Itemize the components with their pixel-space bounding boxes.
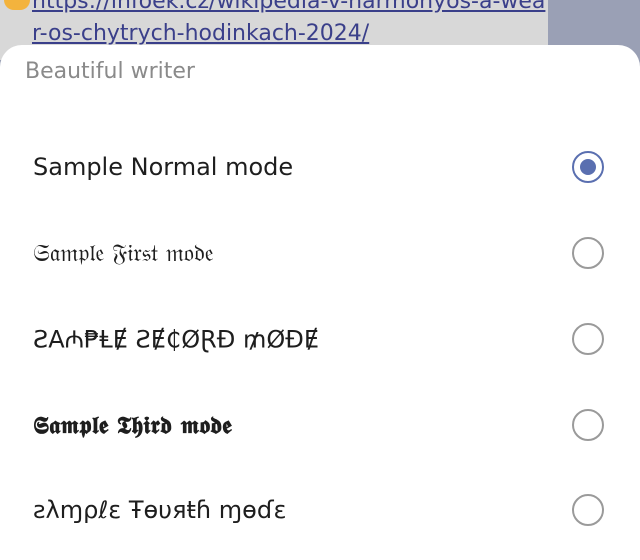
radio-button[interactable] (572, 237, 604, 269)
radio-button[interactable] (572, 323, 604, 355)
option-third-mode[interactable]: 𝕾𝖆𝖒𝖕𝖑𝖊 𝕿𝖍𝖎𝖗𝖉 𝖒𝖔𝖉𝖊 (0, 382, 640, 468)
radio-selected-dot (580, 159, 596, 175)
radio-button-selected[interactable] (572, 151, 604, 183)
option-second-mode[interactable]: ƧA₼₱ⱠɆ ƧɆ₵ØⱤĐ ₥ØĐɆ (0, 296, 640, 382)
option-first-mode[interactable]: 𝔖𝔞𝔪𝔭𝔩𝔢 𝔉𝔦𝔯𝔰𝔱 𝔪𝔬𝔡𝔢 (0, 210, 640, 296)
background-message-link[interactable]: https://infoek.cz/wikipedia-v-harmonyos-… (32, 0, 548, 50)
option-label: 𝕾𝖆𝖒𝖕𝖑𝖊 𝕿𝖍𝖎𝖗𝖉 𝖒𝖔𝖉𝖊 (33, 410, 232, 440)
option-label: 𝔖𝔞𝔪𝔭𝔩𝔢 𝔉𝔦𝔯𝔰𝔱 𝔪𝔬𝔡𝔢 (33, 239, 214, 267)
beautiful-writer-sheet: Beautiful writer Sample Normal mode 𝔖𝔞𝔪𝔭… (0, 45, 640, 560)
pointing-hand-icon (4, 0, 30, 10)
sheet-title: Beautiful writer (25, 59, 195, 84)
option-normal-mode[interactable]: Sample Normal mode (0, 124, 640, 210)
screen: https://infoek.cz/wikipedia-v-harmonyos-… (0, 0, 640, 560)
radio-button[interactable] (572, 409, 604, 441)
option-fourth-mode[interactable]: ƨλɱρℓε Ŧɵυяŧɦ ɱɵɗε (0, 467, 640, 553)
option-label: ƧA₼₱ⱠɆ ƧɆ₵ØⱤĐ ₥ØĐɆ (33, 325, 320, 354)
option-label: Sample Normal mode (33, 153, 294, 181)
radio-button[interactable] (572, 494, 604, 526)
option-label: ƨλɱρℓε Ŧɵυяŧɦ ɱɵɗε (33, 496, 287, 524)
